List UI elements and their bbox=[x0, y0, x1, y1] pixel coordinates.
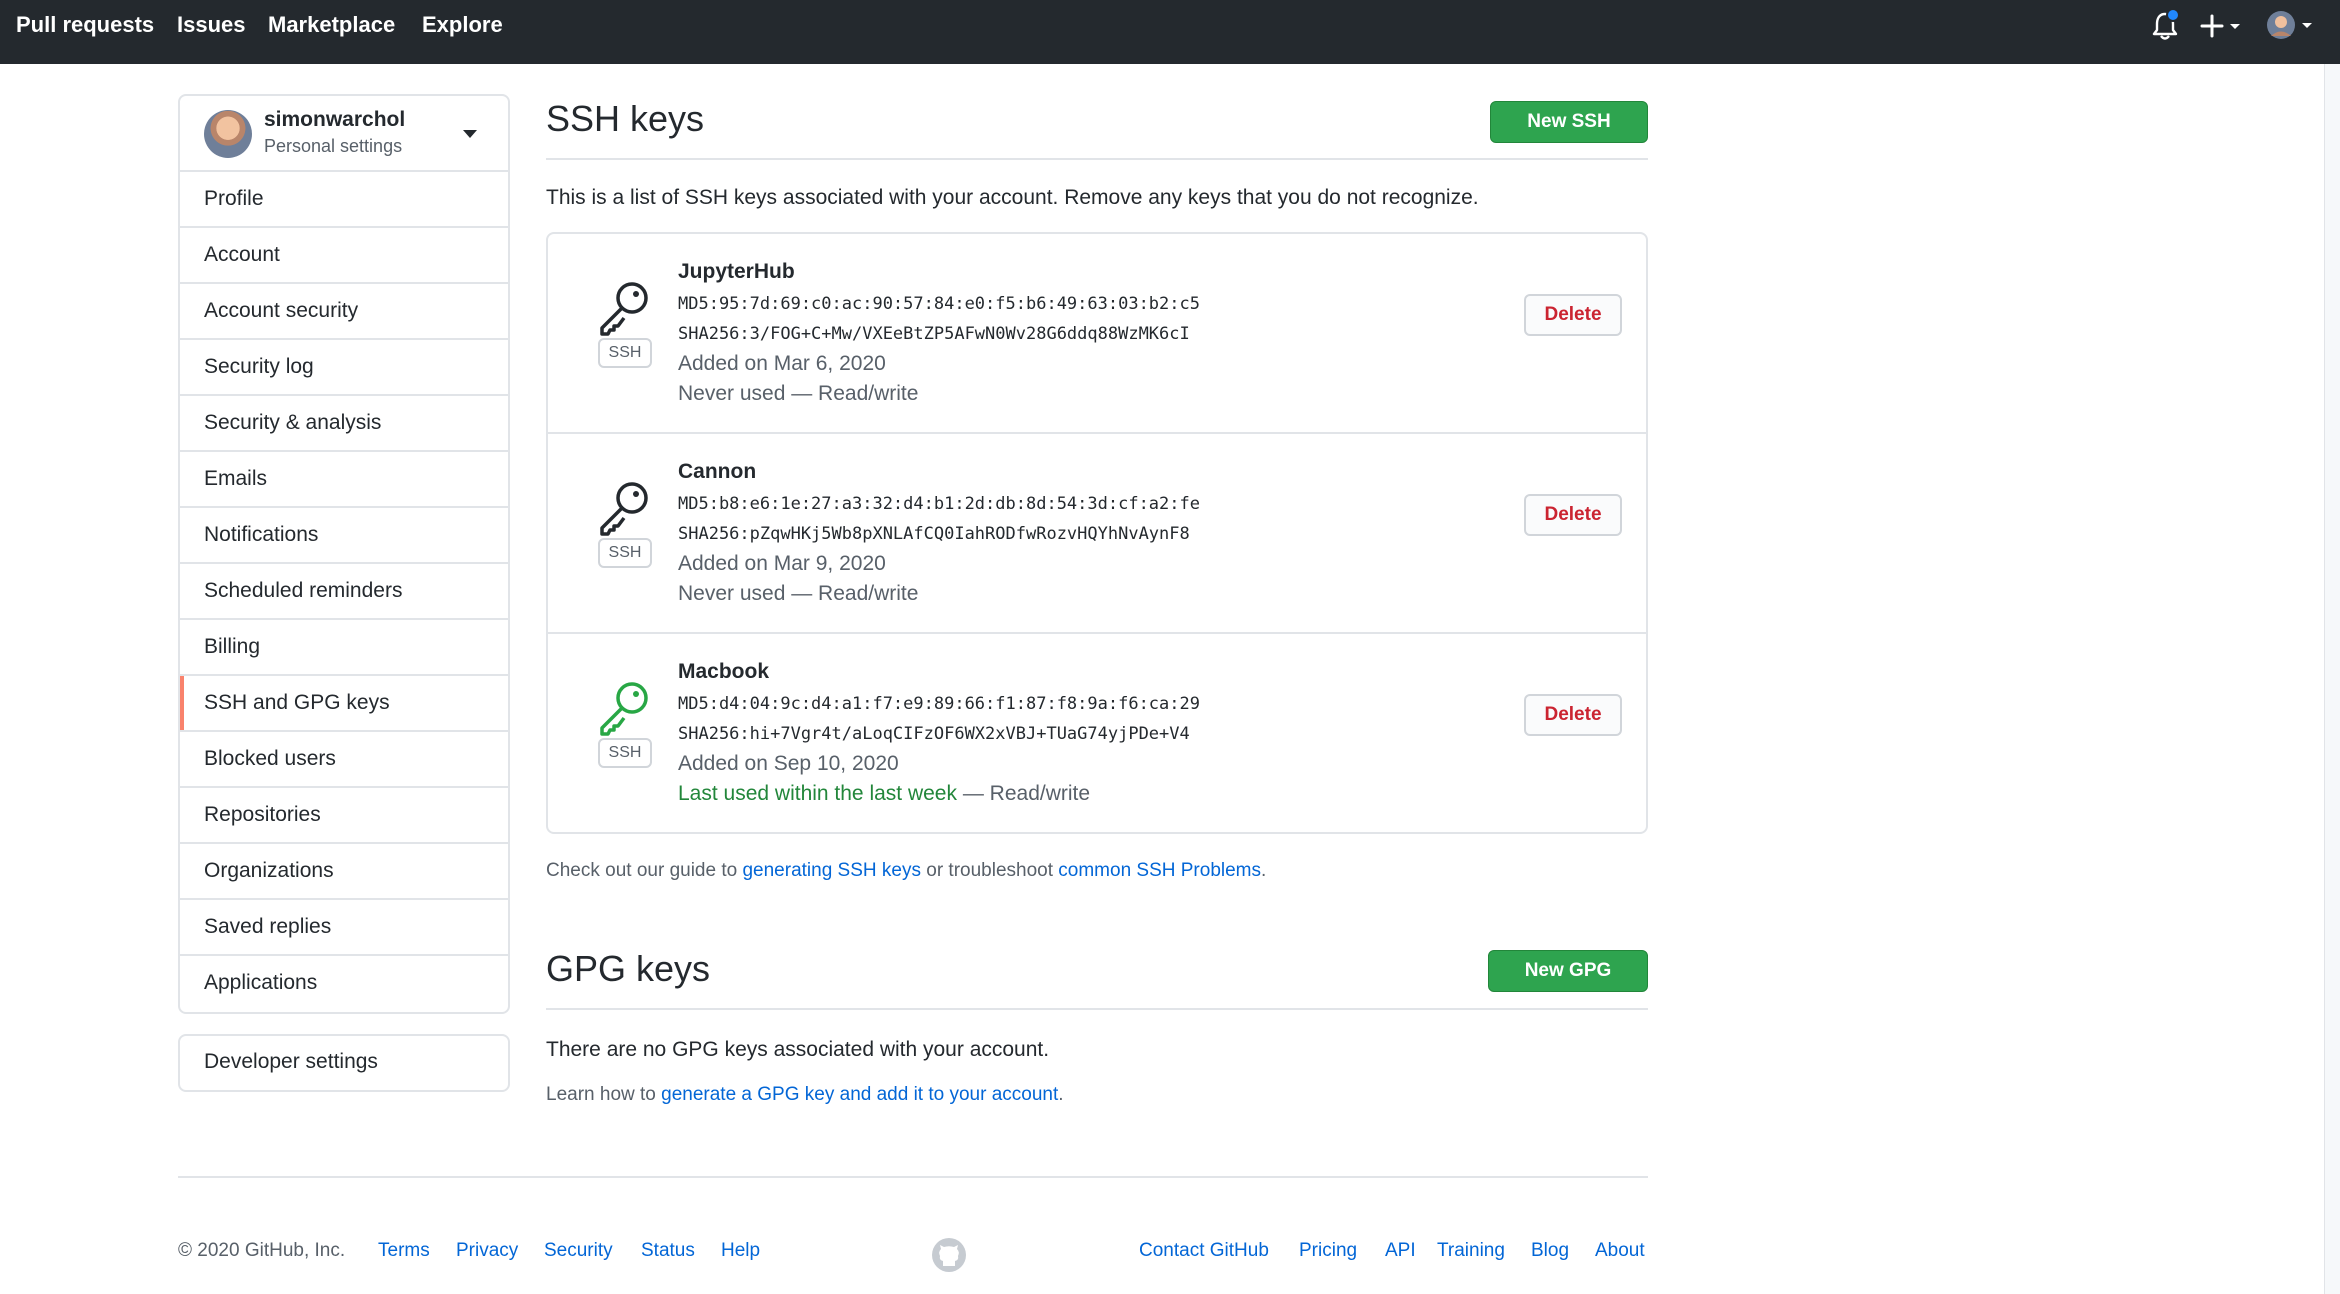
ssh-key-row: SSH JupyterHub MD5:95:7d:69:c0:ac:90:57:… bbox=[548, 234, 1646, 434]
delete-key-button[interactable]: Delete bbox=[1524, 494, 1622, 536]
footer-link-about[interactable]: About bbox=[1595, 1240, 1645, 1262]
key-title: JupyterHub bbox=[678, 260, 795, 283]
new-gpg-key-button[interactable]: New GPG key bbox=[1488, 950, 1648, 1021]
sidebar-subtitle: Personal settings bbox=[264, 136, 403, 156]
key-md5-fingerprint: MD5:b8:e6:1e:27:a3:32:d4:b1:2d:db:8d:54:… bbox=[678, 494, 1200, 514]
nav-pull-requests[interactable]: Pull requests bbox=[16, 12, 154, 38]
footer-link-blog[interactable]: Blog bbox=[1531, 1240, 1569, 1262]
sidebar-item-account[interactable]: Account bbox=[180, 228, 508, 284]
key-last-used: Last used within the last week bbox=[678, 782, 957, 805]
developer-settings-box: Developer settings bbox=[178, 1034, 510, 1092]
footer-link-pricing[interactable]: Pricing bbox=[1299, 1240, 1357, 1262]
sidebar-item-applications[interactable]: Applications bbox=[180, 956, 508, 1012]
nav-issues[interactable]: Issues bbox=[177, 12, 246, 38]
sidebar-item-account-security[interactable]: Account security bbox=[180, 284, 508, 340]
settings-page: Pull requests Issues Marketplace Explore bbox=[0, 0, 2340, 1294]
footer-link-contact[interactable]: Contact GitHub bbox=[1139, 1240, 1269, 1262]
sidebar-item-scheduled-reminders[interactable]: Scheduled reminders bbox=[180, 564, 508, 620]
gpg-empty-text: There are no GPG keys associated with yo… bbox=[546, 1038, 1050, 1061]
generating-ssh-keys-link[interactable]: generating SSH keys bbox=[742, 860, 921, 881]
key-added-date: Added on Sep 10, 2020 bbox=[678, 752, 899, 775]
gpg-keys-title: GPG keys bbox=[546, 948, 711, 989]
key-added-date: Added on Mar 6, 2020 bbox=[678, 352, 886, 375]
sidebar-item-developer-settings[interactable]: Developer settings bbox=[180, 1036, 508, 1090]
nav-explore[interactable]: Explore bbox=[422, 12, 503, 38]
ssh-key-list: SSH JupyterHub MD5:95:7d:69:c0:ac:90:57:… bbox=[546, 232, 1648, 834]
footer-copyright: © 2020 GitHub, Inc. bbox=[178, 1240, 346, 1261]
gpg-learn-prefix: Learn how to bbox=[546, 1084, 662, 1105]
sidebar-item-security-log[interactable]: Security log bbox=[180, 340, 508, 396]
footer-link-status[interactable]: Status bbox=[641, 1240, 695, 1262]
sidebar-item-billing[interactable]: Billing bbox=[180, 620, 508, 676]
key-sha256-fingerprint: SHA256:hi+7Vgr4t/aLoqCIFzOF6WX2xVBJ+TUaG… bbox=[678, 724, 1190, 744]
github-logo-icon[interactable] bbox=[930, 1236, 968, 1280]
scrollbar[interactable] bbox=[2324, 64, 2340, 1294]
ssh-title-divider bbox=[546, 158, 1648, 160]
key-sha256-fingerprint: SHA256:pZqwHKj5Wb8pXNLAfCQ0IahRODfwRozvH… bbox=[678, 524, 1190, 544]
ssh-guide-text: Check out our guide to generating SSH ke… bbox=[546, 860, 1266, 882]
ssh-badge: SSH bbox=[598, 538, 652, 568]
sidebar-item-notifications[interactable]: Notifications bbox=[180, 508, 508, 564]
sidebar-item-blocked-users[interactable]: Blocked users bbox=[180, 732, 508, 788]
gpg-learn-suffix: . bbox=[1058, 1084, 1064, 1105]
key-access: — Read/write bbox=[785, 382, 919, 405]
key-usage: Never used — Read/write bbox=[678, 382, 918, 406]
sidebar-item-repositories[interactable]: Repositories bbox=[180, 788, 508, 844]
footer-divider bbox=[178, 1176, 1648, 1178]
key-usage: Last used within the last week — Read/wr… bbox=[678, 782, 1090, 806]
nav-marketplace[interactable]: Marketplace bbox=[268, 12, 395, 38]
sidebar-item-organizations[interactable]: Organizations bbox=[180, 844, 508, 900]
delete-key-button[interactable]: Delete bbox=[1524, 294, 1622, 336]
key-sha256-fingerprint: SHA256:3/FOG+C+Mw/VXEeBtZP5AFwN0Wv28G6dd… bbox=[678, 324, 1190, 344]
ssh-intro-text: This is a list of SSH keys associated wi… bbox=[546, 186, 1479, 209]
key-md5-fingerprint: MD5:d4:04:9c:d4:a1:f7:e9:89:66:f1:87:f8:… bbox=[678, 694, 1200, 714]
footer-link-security[interactable]: Security bbox=[544, 1240, 613, 1262]
settings-sidebar: simonwarchol Personal settings Profile A… bbox=[178, 94, 510, 1014]
sidebar-item-profile[interactable]: Profile bbox=[180, 172, 508, 228]
guide-suffix: . bbox=[1261, 860, 1267, 881]
avatar[interactable] bbox=[2266, 9, 2318, 47]
key-added-date: Added on Mar 9, 2020 bbox=[678, 552, 886, 575]
guide-middle: or troubleshoot bbox=[920, 860, 1059, 881]
gpg-learn-text: Learn how to generate a GPG key and add … bbox=[546, 1084, 1064, 1106]
sidebar-item-security-analysis[interactable]: Security & analysis bbox=[180, 396, 508, 452]
user-avatar bbox=[204, 110, 252, 158]
plus-icon[interactable] bbox=[2200, 12, 2244, 48]
ssh-badge: SSH bbox=[598, 738, 652, 768]
key-last-used: Never used bbox=[678, 382, 786, 405]
ssh-key-row: SSH Cannon MD5:b8:e6:1e:27:a3:32:d4:b1:2… bbox=[548, 434, 1646, 634]
common-ssh-problems-link[interactable]: common SSH Problems bbox=[1058, 860, 1261, 881]
ssh-key-row: SSH Macbook MD5:d4:04:9c:d4:a1:f7:e9:89:… bbox=[548, 634, 1646, 832]
key-icon bbox=[594, 278, 654, 344]
key-title: Macbook bbox=[678, 660, 770, 683]
sidebar-item-saved-replies[interactable]: Saved replies bbox=[180, 900, 508, 956]
account-switcher[interactable]: simonwarchol Personal settings bbox=[180, 96, 508, 172]
delete-key-button[interactable]: Delete bbox=[1524, 694, 1622, 736]
key-icon bbox=[594, 478, 654, 544]
ssh-badge: SSH bbox=[598, 338, 652, 368]
key-icon-active bbox=[594, 678, 654, 744]
key-md5-fingerprint: MD5:95:7d:69:c0:ac:90:57:84:e0:f5:b6:49:… bbox=[678, 294, 1200, 314]
footer-link-api[interactable]: API bbox=[1385, 1240, 1416, 1262]
key-title: Cannon bbox=[678, 460, 757, 483]
key-usage: Never used — Read/write bbox=[678, 582, 918, 606]
generate-gpg-key-link[interactable]: generate a GPG key and add it to your ac… bbox=[661, 1084, 1058, 1105]
sidebar-item-ssh-gpg-keys[interactable]: SSH and GPG keys bbox=[180, 676, 508, 732]
sidebar-username: simonwarchol bbox=[264, 108, 406, 131]
key-access: — Read/write bbox=[785, 582, 919, 605]
chevron-down-icon[interactable] bbox=[463, 130, 477, 138]
sidebar-item-emails[interactable]: Emails bbox=[180, 452, 508, 508]
footer-link-privacy[interactable]: Privacy bbox=[456, 1240, 518, 1262]
gpg-title-divider bbox=[546, 1008, 1648, 1010]
ssh-keys-title: SSH keys bbox=[546, 98, 705, 139]
footer-link-terms[interactable]: Terms bbox=[378, 1240, 430, 1262]
footer-link-training[interactable]: Training bbox=[1437, 1240, 1505, 1262]
guide-prefix: Check out our guide to bbox=[546, 860, 743, 881]
key-access: — Read/write bbox=[957, 782, 1091, 805]
global-header: Pull requests Issues Marketplace Explore bbox=[0, 0, 2340, 64]
footer-link-help[interactable]: Help bbox=[721, 1240, 760, 1262]
new-ssh-key-button[interactable]: New SSH key bbox=[1490, 101, 1648, 172]
key-last-used: Never used bbox=[678, 582, 786, 605]
bell-icon[interactable] bbox=[2150, 8, 2180, 48]
